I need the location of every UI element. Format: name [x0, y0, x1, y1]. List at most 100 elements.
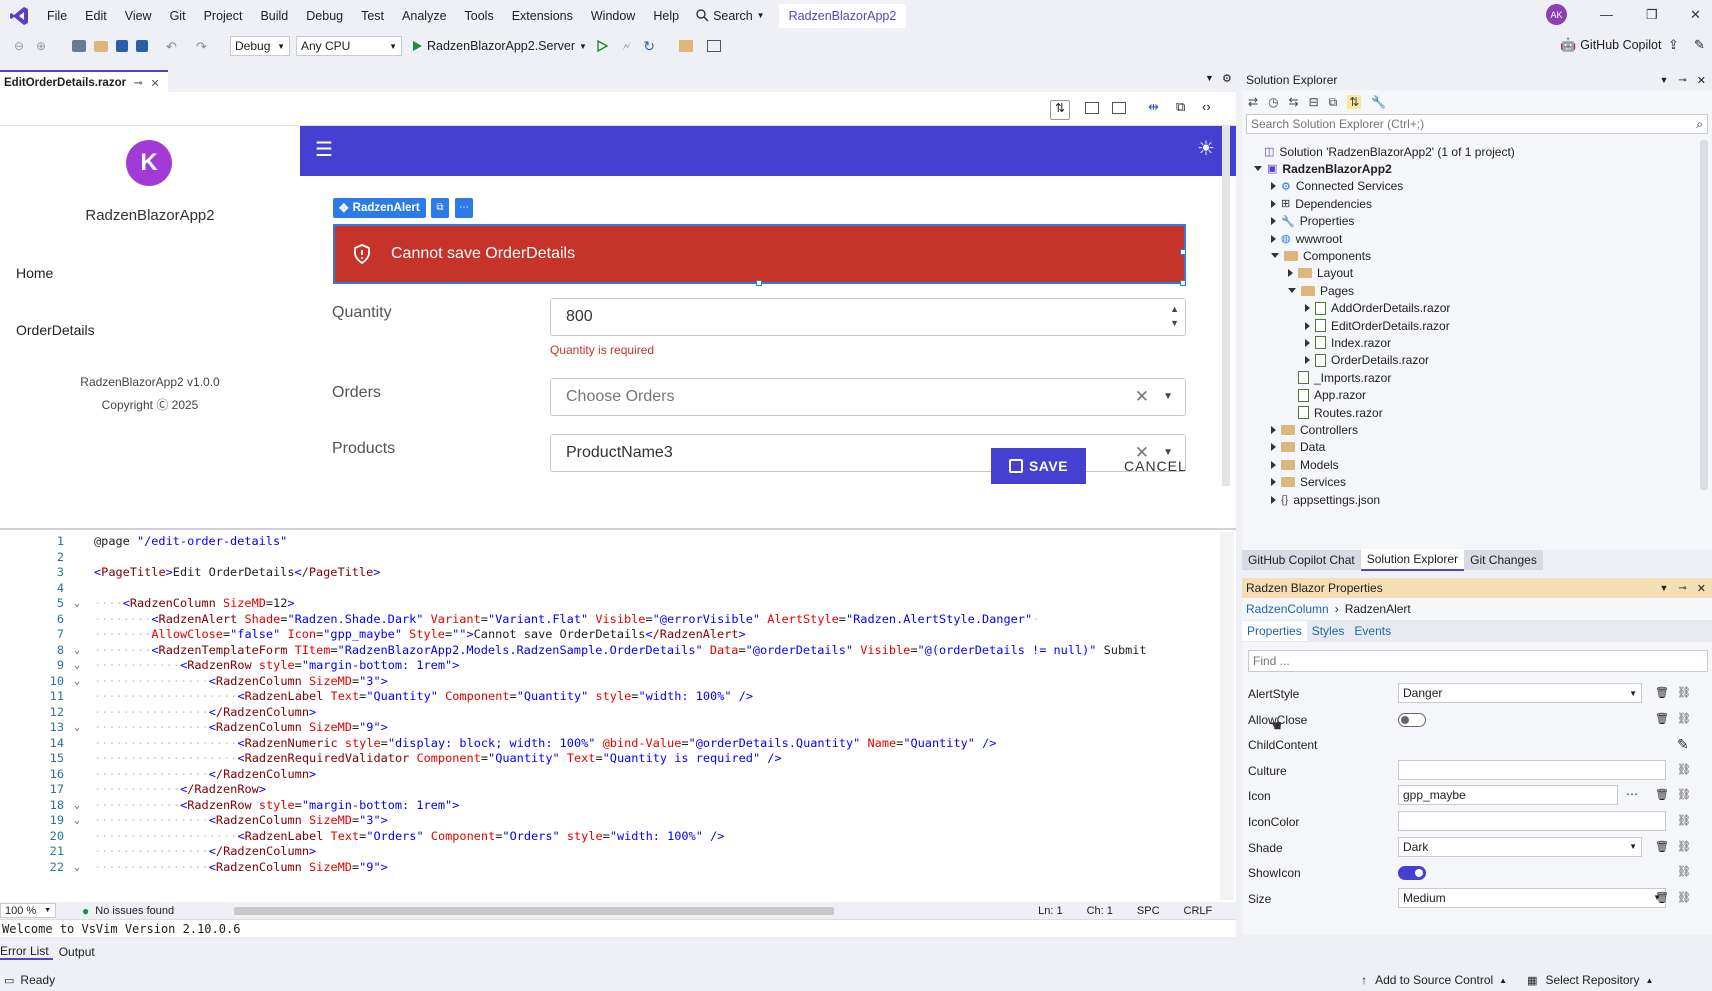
- edit-pencil-icon[interactable]: ✎: [1677, 736, 1689, 753]
- menu-item-build[interactable]: Build: [251, 9, 297, 23]
- pane-menu-icon[interactable]: ▼: [1659, 583, 1668, 593]
- fold-chevron-icon[interactable]: ⌄: [74, 812, 80, 829]
- solution-search-box[interactable]: ⌕: [1246, 114, 1708, 134]
- line-ending-indicator[interactable]: CRLF: [1184, 905, 1213, 917]
- fold-chevron-icon[interactable]: ⌄: [74, 642, 80, 659]
- copy-component-icon[interactable]: ⧉: [431, 198, 449, 218]
- property-select[interactable]: Medium ▼: [1398, 887, 1666, 908]
- code-line[interactable]: 12 ················</RadzenColumn>: [0, 704, 1220, 721]
- tree-item[interactable]: Controllers: [1271, 420, 1358, 439]
- restore-icon[interactable]: ❐: [1646, 7, 1658, 23]
- tree-item[interactable]: Components: [1271, 246, 1371, 265]
- fold-chevron-icon[interactable]: ⌄: [74, 719, 80, 736]
- pin-icon[interactable]: ⊸: [1678, 583, 1686, 594]
- tree-item[interactable]: EditOrderDetails.razor: [1305, 316, 1450, 335]
- property-input[interactable]: [1398, 759, 1666, 780]
- save-icon[interactable]: [116, 40, 128, 52]
- bind-link-icon[interactable]: ⛓: [1677, 763, 1691, 776]
- tab-solution-explorer[interactable]: Solution Explorer: [1360, 549, 1465, 571]
- danger-alert[interactable]: Cannot save OrderDetails: [333, 224, 1186, 284]
- code-line[interactable]: 6 ········<RadzenAlert Shade="Radzen.Shad…: [0, 611, 1220, 628]
- code-line[interactable]: 22 ⌄ ················<RadzenColumn SizeMD=…: [0, 859, 1220, 876]
- designer-scrollbar[interactable]: [1222, 126, 1230, 486]
- line-indicator[interactable]: Ln: 1: [1038, 905, 1062, 917]
- tree-item[interactable]: ◍ wwwroot: [1271, 229, 1342, 248]
- configuration-select[interactable]: Debug ▼: [230, 36, 290, 56]
- tree-item[interactable]: AddOrderDetails.razor: [1305, 299, 1450, 318]
- expanded-chevron-icon[interactable]: [1254, 166, 1262, 172]
- close-pane-icon[interactable]: ✕: [1697, 74, 1706, 87]
- fold-chevron-icon[interactable]: ⌄: [74, 797, 80, 814]
- menu-item-git[interactable]: Git: [161, 9, 195, 23]
- tree-item[interactable]: ⊞ Dependencies: [1271, 194, 1372, 213]
- nav-item-home[interactable]: Home: [16, 265, 53, 281]
- chevron-down-icon[interactable]: ▼: [1163, 391, 1173, 402]
- feedback-icon[interactable]: ✎: [1694, 37, 1705, 53]
- open-folder-icon[interactable]: [94, 40, 108, 52]
- code-line[interactable]: 3 <PageTitle>Edit OrderDetails</PageTitle…: [0, 564, 1220, 581]
- menu-item-edit[interactable]: Edit: [76, 9, 116, 23]
- tree-item[interactable]: ▣ RadzenBlazorApp2: [1254, 159, 1392, 178]
- menu-item-help[interactable]: Help: [644, 9, 688, 23]
- switch-views-icon[interactable]: ⇄: [1248, 95, 1258, 109]
- orders-dropdown[interactable]: Choose Orders ✕ ▼: [550, 378, 1186, 416]
- expanded-chevron-icon[interactable]: [1288, 288, 1296, 294]
- tree-item[interactable]: App.razor: [1288, 386, 1366, 405]
- code-line[interactable]: 2: [0, 549, 1220, 566]
- resize-handle-right[interactable]: [1180, 249, 1186, 255]
- pane-menu-icon[interactable]: ▼: [1659, 75, 1668, 85]
- cancel-button[interactable]: CANCEL: [1124, 458, 1187, 474]
- tree-item[interactable]: OrderDetails.razor: [1305, 351, 1429, 370]
- tree-item[interactable]: Layout: [1288, 264, 1353, 283]
- undo-icon[interactable]: ↶: [166, 39, 180, 54]
- settings-icon[interactable]: ⚙: [1222, 72, 1232, 85]
- add-to-source-control[interactable]: Add to Source Control: [1375, 973, 1493, 987]
- collapsed-chevron-icon[interactable]: [1305, 356, 1310, 365]
- bind-link-icon[interactable]: ⛓: [1677, 891, 1691, 904]
- issues-status[interactable]: No issues found: [95, 905, 174, 917]
- menu-item-view[interactable]: View: [116, 9, 161, 23]
- collapsed-chevron-icon[interactable]: [1305, 321, 1310, 330]
- tab-edit-order-details[interactable]: EditOrderDetails.razor ⊸ ✕: [0, 70, 168, 92]
- vsvim-command-line[interactable]: Welcome to VsVim Version 2.10.0.6: [0, 919, 1236, 937]
- save-all-icon[interactable]: [136, 40, 148, 52]
- code-line[interactable]: 21 ················</RadzenColumn>: [0, 843, 1220, 860]
- quantity-numeric-input[interactable]: 800 ▲ ▼: [550, 298, 1186, 336]
- trash-icon[interactable]: 🗑: [1655, 788, 1669, 801]
- select-repository[interactable]: Select Repository: [1546, 973, 1640, 987]
- more-icon[interactable]: ⋯: [1626, 787, 1638, 801]
- trash-icon[interactable]: 🗑: [1655, 686, 1669, 699]
- sync-icon[interactable]: ⇆: [1289, 95, 1299, 109]
- properties-wrench-icon[interactable]: 🔧: [1371, 95, 1386, 109]
- stepper-arrows-icon[interactable]: ▲ ▼: [1170, 302, 1179, 330]
- browser-link-icon[interactable]: [678, 40, 693, 52]
- collapsed-chevron-icon[interactable]: [1305, 304, 1310, 313]
- project-name-badge[interactable]: RadzenBlazorApp2: [778, 3, 907, 28]
- code-line[interactable]: 14 ····················<RadzenNumeric sty…: [0, 735, 1220, 752]
- solution-search-input[interactable]: [1251, 117, 1671, 131]
- start-without-debugging-icon[interactable]: [597, 40, 608, 52]
- tree-item[interactable]: 🔧 Properties: [1271, 212, 1354, 231]
- forward-icon[interactable]: ⊕: [36, 39, 50, 53]
- nav-item-orderdetails[interactable]: OrderDetails: [16, 322, 95, 338]
- editor-horizontal-scrollbar[interactable]: [234, 906, 835, 915]
- fold-chevron-icon[interactable]: ⌄: [74, 859, 80, 876]
- platform-select[interactable]: Any CPU ▼: [296, 36, 402, 56]
- collapsed-chevron-icon[interactable]: [1271, 443, 1276, 452]
- code-line[interactable]: 16 ················</RadzenColumn>: [0, 766, 1220, 783]
- fold-chevron-icon[interactable]: ⌄: [74, 657, 80, 674]
- start-debugging-button[interactable]: RadzenBlazorApp2.Server ▼: [412, 39, 587, 53]
- popout-icon[interactable]: ⧉: [1176, 99, 1185, 115]
- menu-item-window[interactable]: Window: [582, 9, 644, 23]
- bind-link-icon[interactable]: ⛓: [1677, 788, 1691, 801]
- refresh-icon[interactable]: ↻: [643, 38, 655, 55]
- resize-handle-corner[interactable]: [1180, 280, 1186, 286]
- code-line[interactable]: 1 @page "/edit-order-details": [0, 533, 1220, 550]
- code-line[interactable]: 5 ⌄ ····<RadzenColumn SizeMD=12>: [0, 595, 1220, 612]
- code-line[interactable]: 9 ⌄ ············<RadzenRow style="margin-b…: [0, 657, 1220, 674]
- fold-chevron-icon[interactable]: ⌄: [74, 673, 80, 690]
- menu-item-extensions[interactable]: Extensions: [503, 9, 582, 23]
- theme-toggle-icon[interactable]: ☀: [1197, 139, 1215, 159]
- layout-icon[interactable]: [706, 40, 721, 52]
- minimize-icon[interactable]: —: [1600, 7, 1613, 22]
